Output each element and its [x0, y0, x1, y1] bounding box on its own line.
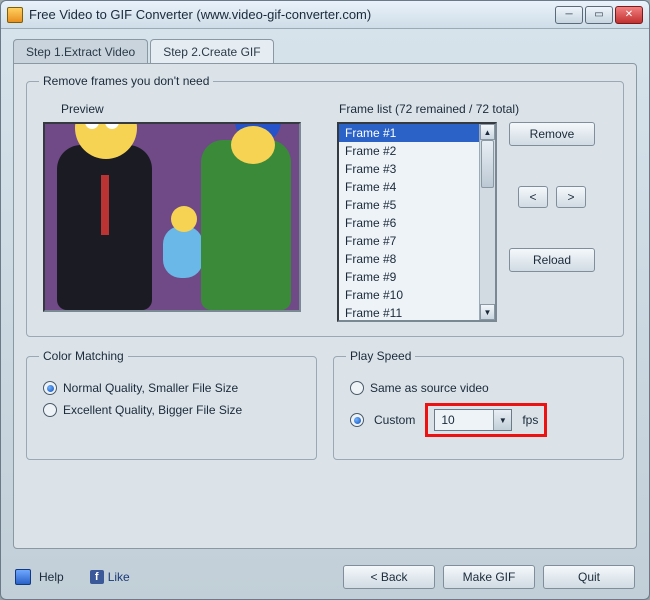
help-link[interactable]: Help [39, 570, 64, 584]
fps-unit-label: fps [522, 413, 538, 427]
facebook-icon: f [90, 570, 104, 584]
window-title: Free Video to GIF Converter (www.video-g… [29, 7, 555, 22]
like-label: Like [108, 570, 130, 584]
frame-list-item[interactable]: Frame #7 [339, 232, 479, 250]
frame-list-item[interactable]: Frame #1 [339, 124, 479, 142]
preview-figure [57, 145, 152, 310]
reload-button[interactable]: Reload [509, 248, 595, 272]
tab-page-step2: Remove frames you don't need Preview Fra… [13, 63, 637, 549]
listbox-scrollbar[interactable]: ▲ ▼ [479, 124, 495, 320]
frames-group: Remove frames you don't need Preview Fra… [26, 74, 624, 337]
prev-frame-button[interactable]: < [518, 186, 548, 208]
next-frame-button[interactable]: > [556, 186, 586, 208]
radio-excellent-quality[interactable]: Excellent Quality, Bigger File Size [43, 403, 300, 417]
frames-legend: Remove frames you don't need [39, 74, 213, 88]
remove-button[interactable]: Remove [509, 122, 595, 146]
frame-list-item[interactable]: Frame #9 [339, 268, 479, 286]
framelist-column: Frame list (72 remained / 72 total) Fram… [337, 98, 611, 322]
client-area: Step 1.Extract Video Step 2.Create GIF R… [1, 29, 649, 557]
scroll-down-icon[interactable]: ▼ [480, 304, 495, 320]
tab-step1[interactable]: Step 1.Extract Video [13, 39, 148, 64]
facebook-like-button[interactable]: f Like [90, 570, 130, 584]
scroll-up-icon[interactable]: ▲ [480, 124, 495, 140]
frame-listbox[interactable]: Frame #1Frame #2Frame #3Frame #4Frame #5… [337, 122, 497, 322]
scroll-thumb[interactable] [481, 140, 494, 188]
preview-label: Preview [61, 102, 319, 116]
preview-figure [163, 226, 203, 278]
app-icon [7, 7, 23, 23]
quit-button[interactable]: Quit [543, 565, 635, 589]
chevron-down-icon[interactable]: ▼ [493, 410, 511, 430]
frame-list-item[interactable]: Frame #4 [339, 178, 479, 196]
play-speed-group: Play Speed Same as source video Custom 1… [333, 349, 624, 460]
play-speed-legend: Play Speed [346, 349, 415, 363]
radio-custom-speed[interactable]: Custom 10 ▼ fps [350, 403, 607, 437]
frame-list-item[interactable]: Frame #5 [339, 196, 479, 214]
radio-label: Normal Quality, Smaller File Size [63, 381, 238, 395]
radio-icon[interactable] [43, 381, 57, 395]
radio-normal-quality[interactable]: Normal Quality, Smaller File Size [43, 381, 300, 395]
preview-figure [201, 140, 291, 310]
framelist-label: Frame list (72 remained / 72 total) [339, 102, 611, 116]
minimize-button[interactable]: ─ [555, 6, 583, 24]
frame-list-item[interactable]: Frame #2 [339, 142, 479, 160]
radio-same-as-source[interactable]: Same as source video [350, 381, 607, 395]
preview-column: Preview [39, 98, 319, 322]
fps-value: 10 [435, 413, 493, 427]
frame-list-item[interactable]: Frame #6 [339, 214, 479, 232]
back-button[interactable]: < Back [343, 565, 435, 589]
highlight-box: 10 ▼ fps [425, 403, 547, 437]
maximize-button[interactable]: ▭ [585, 6, 613, 24]
tab-strip: Step 1.Extract Video Step 2.Create GIF [13, 39, 637, 64]
framelist-buttons: Remove < > Reload [509, 122, 595, 322]
tab-step2[interactable]: Step 2.Create GIF [150, 39, 273, 64]
titlebar: Free Video to GIF Converter (www.video-g… [1, 1, 649, 29]
radio-icon[interactable] [350, 413, 364, 427]
help-icon[interactable] [15, 569, 31, 585]
footer-bar: Help f Like < Back Make GIF Quit [1, 557, 649, 599]
preview-image [43, 122, 301, 312]
frame-list-item[interactable]: Frame #8 [339, 250, 479, 268]
radio-label: Excellent Quality, Bigger File Size [63, 403, 242, 417]
color-matching-group: Color Matching Normal Quality, Smaller F… [26, 349, 317, 460]
fps-combobox[interactable]: 10 ▼ [434, 409, 512, 431]
lower-row: Color Matching Normal Quality, Smaller F… [26, 349, 624, 460]
radio-icon[interactable] [350, 381, 364, 395]
app-window: Free Video to GIF Converter (www.video-g… [0, 0, 650, 600]
radio-label: Same as source video [370, 381, 489, 395]
window-buttons: ─ ▭ ✕ [555, 6, 643, 24]
frame-list-item[interactable]: Frame #11 [339, 304, 479, 320]
make-gif-button[interactable]: Make GIF [443, 565, 535, 589]
close-button[interactable]: ✕ [615, 6, 643, 24]
frame-list-item[interactable]: Frame #3 [339, 160, 479, 178]
radio-label: Custom [374, 413, 415, 427]
frame-list-item[interactable]: Frame #10 [339, 286, 479, 304]
color-matching-legend: Color Matching [39, 349, 128, 363]
radio-icon[interactable] [43, 403, 57, 417]
